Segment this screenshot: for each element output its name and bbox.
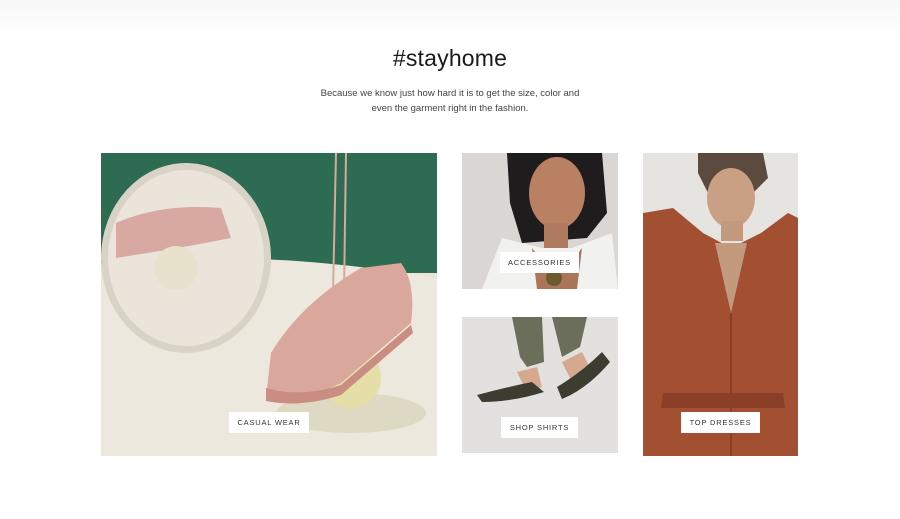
subtitle-line-1: Because we know just how hard it is to g… [320,88,580,99]
shop-shirts-tile[interactable]: SHOP SHIRTS [462,317,618,453]
shop-shirts-button[interactable]: SHOP SHIRTS [501,417,578,438]
rust-dress-image [643,153,798,456]
section-subtitle: Because we know just how hard it is to g… [300,86,600,116]
top-dresses-tile[interactable]: TOP DRESSES [643,153,798,456]
casual-wear-tile[interactable]: CASUAL WEAR [101,153,437,456]
top-dresses-button[interactable]: TOP DRESSES [681,412,760,433]
casual-wear-button[interactable]: CASUAL WEAR [229,412,309,433]
accessories-tile[interactable]: ACCESSORIES [462,153,618,289]
top-fade [0,0,900,40]
accessories-button[interactable]: ACCESSORIES [500,252,579,273]
pink-sneaker-image [101,153,437,456]
section-title: #stayhome [392,45,508,71]
subtitle-line-2: even the garment right in the fashion. [371,103,529,114]
